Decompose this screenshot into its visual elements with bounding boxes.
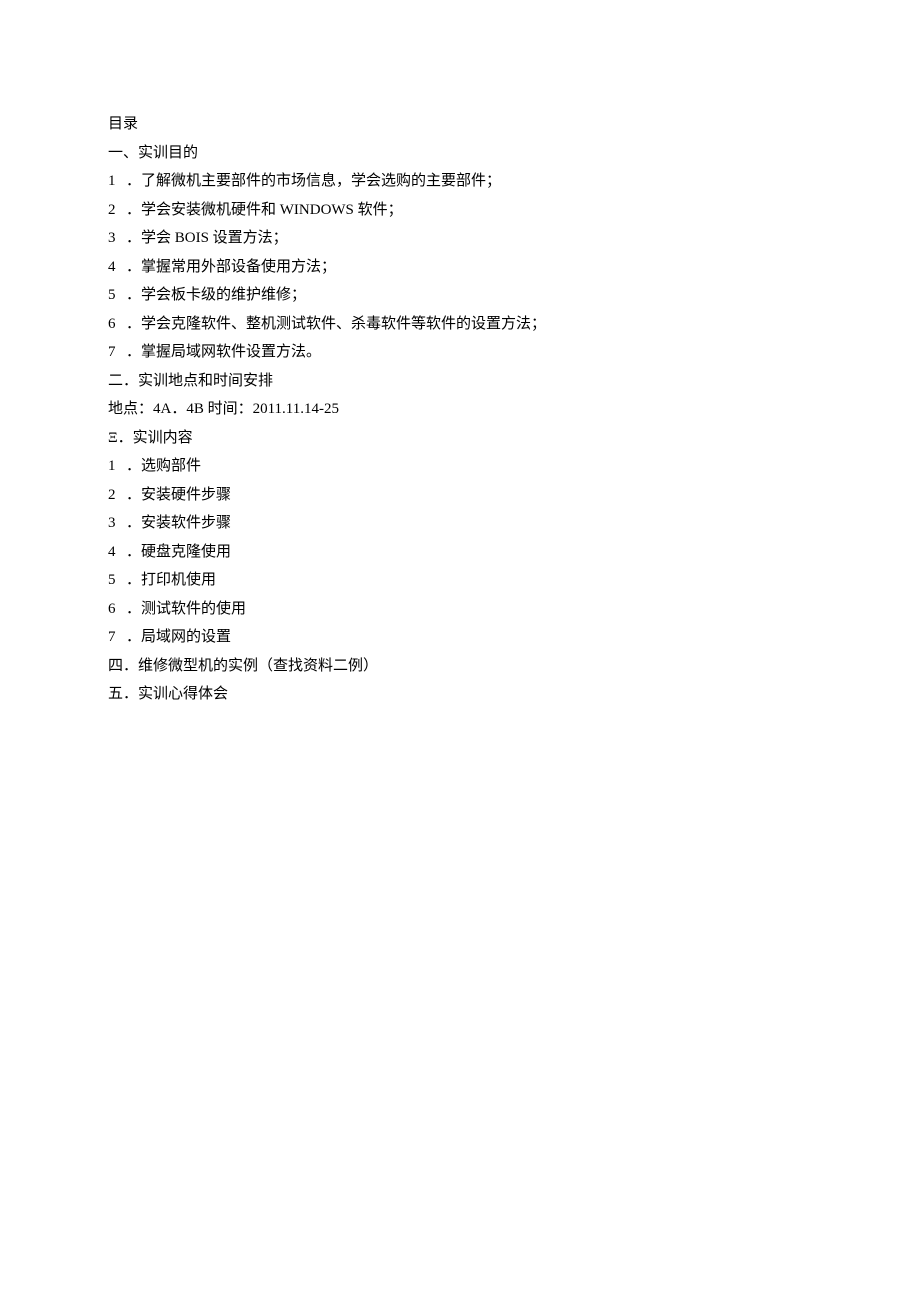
item-number: 6 (108, 310, 126, 339)
item-text: ．学会克隆软件、整机测试软件、杀毒软件等软件的设置方法； (126, 310, 546, 339)
item-text: ．打印机使用 (126, 566, 216, 595)
item-text: ．学会 BOIS 设置方法； (126, 224, 288, 253)
section3-item: 2 ．安装硬件步骤 (108, 481, 812, 510)
section2-detail: 地点：4A．4B 时间：2011.11.14-25 (108, 395, 812, 424)
item-number: 2 (108, 481, 126, 510)
item-number: 5 (108, 281, 126, 310)
section3-item: 7 ．局域网的设置 (108, 623, 812, 652)
section3-item: 3 ．安装软件步骤 (108, 509, 812, 538)
item-text: ．局域网的设置 (126, 623, 231, 652)
document-content: 目录 一、实训目的 1 ．了解微机主要部件的市场信息，学会选购的主要部件； 2 … (108, 110, 812, 709)
section1-item: 2 ．学会安装微机硬件和 WINDOWS 软件； (108, 196, 812, 225)
section1-item: 3 ．学会 BOIS 设置方法； (108, 224, 812, 253)
item-text: ．选购部件 (126, 452, 201, 481)
item-text: ．安装软件步骤 (126, 509, 231, 538)
section4-heading: 四．维修微型机的实例（查找资料二例） (108, 652, 812, 681)
item-number: 1 (108, 167, 126, 196)
section3-heading: Ξ．实训内容 (108, 424, 812, 453)
section3-item: 4 ．硬盘克隆使用 (108, 538, 812, 567)
item-number: 3 (108, 224, 126, 253)
section1-item: 6 ．学会克隆软件、整机测试软件、杀毒软件等软件的设置方法； (108, 310, 812, 339)
item-text: ．学会安装微机硬件和 WINDOWS 软件； (126, 196, 403, 225)
section5-heading: 五．实训心得体会 (108, 680, 812, 709)
item-text: ．掌握局域网软件设置方法。 (126, 338, 321, 367)
section1-item: 4 ．掌握常用外部设备使用方法； (108, 253, 812, 282)
section1-item: 7 ．掌握局域网软件设置方法。 (108, 338, 812, 367)
section3-item: 5 ．打印机使用 (108, 566, 812, 595)
item-number: 6 (108, 595, 126, 624)
item-number: 5 (108, 566, 126, 595)
section1-heading: 一、实训目的 (108, 139, 812, 168)
item-text: ．安装硬件步骤 (126, 481, 231, 510)
item-number: 1 (108, 452, 126, 481)
section1-item: 5 ．学会板卡级的维护维修； (108, 281, 812, 310)
section1-item: 1 ．了解微机主要部件的市场信息，学会选购的主要部件； (108, 167, 812, 196)
item-text: ．了解微机主要部件的市场信息，学会选购的主要部件； (126, 167, 501, 196)
item-number: 3 (108, 509, 126, 538)
section3-item: 1 ．选购部件 (108, 452, 812, 481)
item-number: 4 (108, 253, 126, 282)
item-text: ．掌握常用外部设备使用方法； (126, 253, 336, 282)
item-number: 4 (108, 538, 126, 567)
item-text: ．测试软件的使用 (126, 595, 246, 624)
section3-item: 6 ．测试软件的使用 (108, 595, 812, 624)
item-number: 2 (108, 196, 126, 225)
toc-title: 目录 (108, 110, 812, 139)
item-number: 7 (108, 623, 126, 652)
item-text: ．硬盘克隆使用 (126, 538, 231, 567)
item-number: 7 (108, 338, 126, 367)
section2-heading: 二．实训地点和时间安排 (108, 367, 812, 396)
item-text: ．学会板卡级的维护维修； (126, 281, 306, 310)
